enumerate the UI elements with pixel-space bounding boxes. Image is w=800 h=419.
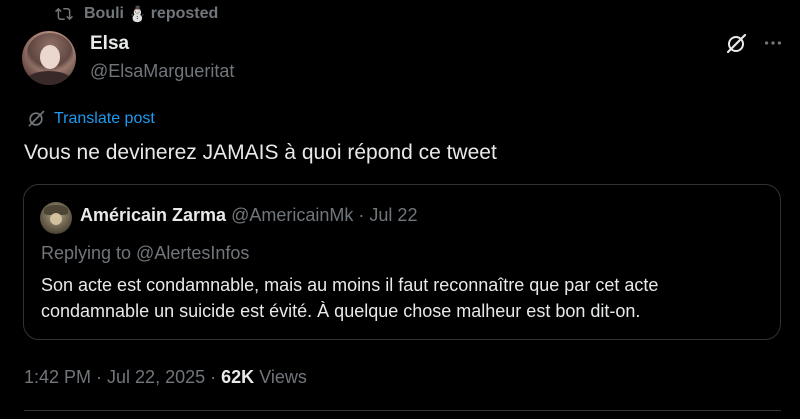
repost-user[interactable]: Bouli — [84, 5, 124, 23]
views-count: 62K — [221, 367, 255, 387]
translate-label[interactable]: Translate post — [54, 110, 155, 128]
quote-header: Américain Zarma @AmericainMk · Jul 22 — [80, 205, 417, 226]
divider — [24, 410, 781, 411]
tweet-timestamp[interactable]: 1:42 PM · Jul 22, 2025 — [24, 367, 205, 387]
quoted-tweet-card[interactable]: Américain Zarma @AmericainMk · Jul 22 Re… — [23, 184, 781, 340]
globe-icon — [28, 110, 45, 127]
tweet-text: Vous ne devinerez JAMAIS à quoi répond c… — [24, 141, 497, 164]
quote-separator: · — [358, 205, 365, 225]
author-handle[interactable]: @ElsaMargueritat — [90, 61, 234, 82]
repost-indicator[interactable]: Bouli ⛄ reposted — [54, 4, 218, 24]
replying-to: Replying to @AlertesInfos — [41, 243, 250, 263]
translate-post-link[interactable]: Translate post — [26, 108, 155, 130]
more-icon[interactable] — [762, 32, 784, 54]
quote-avatar — [40, 202, 72, 234]
quote-author-name: Américain Zarma — [80, 205, 227, 225]
author-avatar[interactable] — [22, 31, 76, 85]
quote-text: Son acte est condamnable, mais au moins … — [41, 275, 659, 321]
quote-author-handle: @AmericainMk — [231, 205, 354, 225]
snowman-emoji: ⛄ — [128, 6, 147, 23]
views-label: Views — [259, 367, 307, 387]
meta-separator: · — [210, 367, 217, 387]
tweet-meta: 1:42 PM · Jul 22, 2025 · 62K Views — [24, 367, 307, 388]
repost-icon — [55, 7, 73, 21]
quote-date: Jul 22 — [369, 205, 418, 225]
repost-label: reposted — [150, 5, 219, 22]
grok-icon[interactable] — [724, 32, 748, 56]
author-name[interactable]: Elsa — [90, 33, 129, 55]
